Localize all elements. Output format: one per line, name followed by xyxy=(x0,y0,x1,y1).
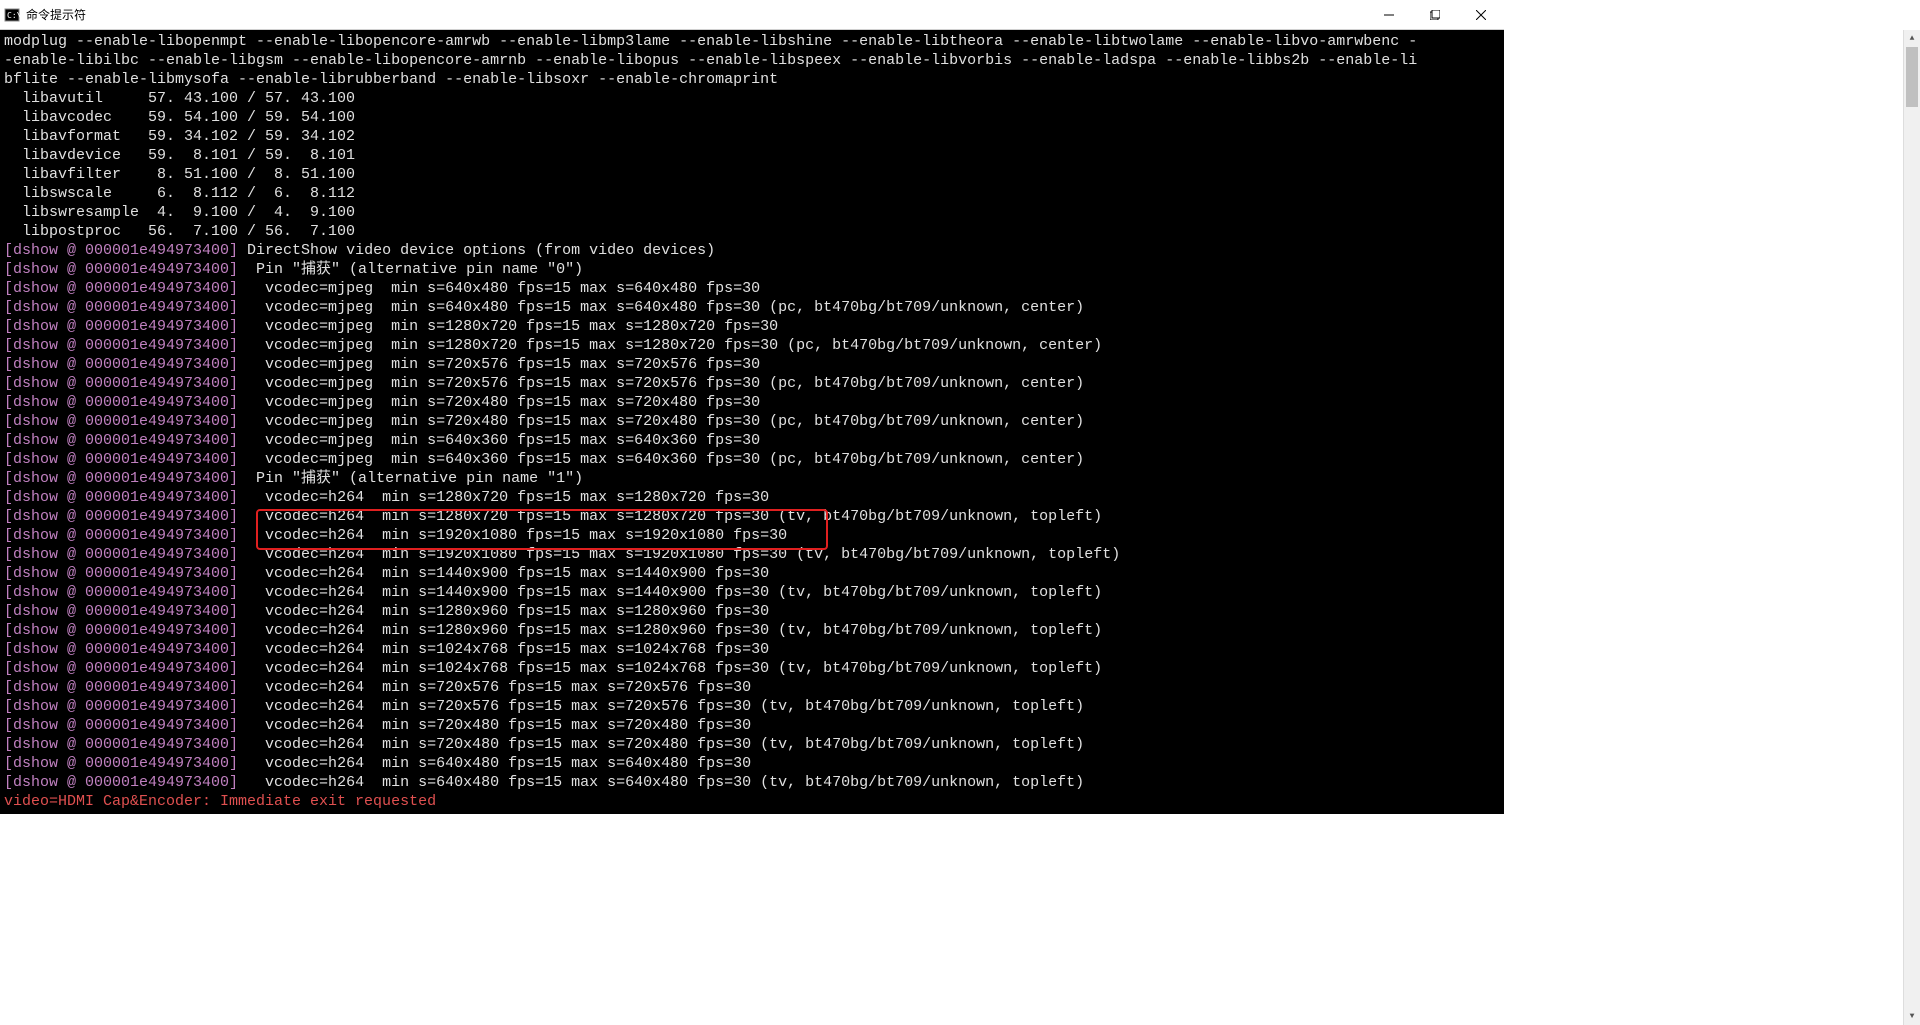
lib-version-line: libavutil 57. 43.100 / 57. 43.100 xyxy=(4,89,1500,108)
dshow-mjpeg-line: [dshow @ 000001e494973400] vcodec=mjpeg … xyxy=(4,393,1500,412)
dshow-h264-line: [dshow @ 000001e494973400] vcodec=h264 m… xyxy=(4,678,1500,697)
dshow-mjpeg-line: [dshow @ 000001e494973400] vcodec=mjpeg … xyxy=(4,298,1500,317)
config-line: bflite --enable-libmysofa --enable-libru… xyxy=(4,70,1500,89)
dshow-mjpeg-line: [dshow @ 000001e494973400] vcodec=mjpeg … xyxy=(4,355,1500,374)
dshow-mjpeg-line: [dshow @ 000001e494973400] vcodec=mjpeg … xyxy=(4,317,1500,336)
config-line: -enable-libilbc --enable-libgsm --enable… xyxy=(4,51,1500,70)
dshow-h264-line: [dshow @ 000001e494973400] vcodec=h264 m… xyxy=(4,640,1500,659)
dshow-mjpeg-line: [dshow @ 000001e494973400] vcodec=mjpeg … xyxy=(4,450,1500,469)
cmd-window: C:\ 命令提示符 modplug --enable-libopenmpt --… xyxy=(0,0,1504,814)
exit-message: video=HDMI Cap&Encoder: Immediate exit r… xyxy=(4,792,1500,811)
lib-version-line: libavfilter 8. 51.100 / 8. 51.100 xyxy=(4,165,1500,184)
scroll-down-arrow[interactable]: ▼ xyxy=(1904,1008,1920,1025)
dshow-h264-line: [dshow @ 000001e494973400] vcodec=h264 m… xyxy=(4,507,1500,526)
dshow-header: [dshow @ 000001e494973400] DirectShow vi… xyxy=(4,241,1500,260)
dshow-h264-line: [dshow @ 000001e494973400] vcodec=h264 m… xyxy=(4,659,1500,678)
dshow-h264-line: [dshow @ 000001e494973400] vcodec=h264 m… xyxy=(4,526,1500,545)
dshow-h264-line: [dshow @ 000001e494973400] vcodec=h264 m… xyxy=(4,773,1500,792)
dshow-mjpeg-line: [dshow @ 000001e494973400] vcodec=mjpeg … xyxy=(4,336,1500,355)
lib-version-line: libavformat 59. 34.102 / 59. 34.102 xyxy=(4,127,1500,146)
lib-version-line: libswresample 4. 9.100 / 4. 9.100 xyxy=(4,203,1500,222)
dshow-h264-line: [dshow @ 000001e494973400] vcodec=h264 m… xyxy=(4,754,1500,773)
maximize-button[interactable] xyxy=(1412,0,1458,30)
config-line: modplug --enable-libopenmpt --enable-lib… xyxy=(4,32,1500,51)
dshow-h264-line: [dshow @ 000001e494973400] vcodec=h264 m… xyxy=(4,716,1500,735)
dshow-h264-line: [dshow @ 000001e494973400] vcodec=h264 m… xyxy=(4,697,1500,716)
dshow-mjpeg-line: [dshow @ 000001e494973400] vcodec=mjpeg … xyxy=(4,374,1500,393)
svg-text:C:\: C:\ xyxy=(7,11,20,20)
dshow-mjpeg-line: [dshow @ 000001e494973400] vcodec=mjpeg … xyxy=(4,431,1500,450)
dshow-pin0: [dshow @ 000001e494973400] Pin "捕获" (alt… xyxy=(4,260,1500,279)
cmd-icon: C:\ xyxy=(4,7,20,23)
dshow-h264-line: [dshow @ 000001e494973400] vcodec=h264 m… xyxy=(4,602,1500,621)
window-title: 命令提示符 xyxy=(26,6,86,23)
vertical-scrollbar[interactable]: ▲ ▼ xyxy=(1903,30,1920,1025)
dshow-h264-line: [dshow @ 000001e494973400] vcodec=h264 m… xyxy=(4,583,1500,602)
lib-version-line: libpostproc 56. 7.100 / 56. 7.100 xyxy=(4,222,1500,241)
close-button[interactable] xyxy=(1458,0,1504,30)
titlebar[interactable]: C:\ 命令提示符 xyxy=(0,0,1504,30)
minimize-button[interactable] xyxy=(1366,0,1412,30)
dshow-pin1: [dshow @ 000001e494973400] Pin "捕获" (alt… xyxy=(4,469,1500,488)
lib-version-line: libswscale 6. 8.112 / 6. 8.112 xyxy=(4,184,1500,203)
lib-version-line: libavdevice 59. 8.101 / 59. 8.101 xyxy=(4,146,1500,165)
lib-version-line: libavcodec 59. 54.100 / 59. 54.100 xyxy=(4,108,1500,127)
dshow-h264-line: [dshow @ 000001e494973400] vcodec=h264 m… xyxy=(4,735,1500,754)
dshow-mjpeg-line: [dshow @ 000001e494973400] vcodec=mjpeg … xyxy=(4,412,1500,431)
dshow-h264-line: [dshow @ 000001e494973400] vcodec=h264 m… xyxy=(4,564,1500,583)
window-controls xyxy=(1366,0,1504,30)
dshow-mjpeg-line: [dshow @ 000001e494973400] vcodec=mjpeg … xyxy=(4,279,1500,298)
dshow-h264-line: [dshow @ 000001e494973400] vcodec=h264 m… xyxy=(4,621,1500,640)
blank-line xyxy=(4,811,1500,814)
dshow-h264-line: [dshow @ 000001e494973400] vcodec=h264 m… xyxy=(4,545,1500,564)
dshow-h264-line: [dshow @ 000001e494973400] vcodec=h264 m… xyxy=(4,488,1500,507)
scrollbar-thumb[interactable] xyxy=(1906,47,1918,107)
scrollbar-track[interactable] xyxy=(1904,47,1920,1008)
scroll-up-arrow[interactable]: ▲ xyxy=(1904,30,1920,47)
titlebar-left: C:\ 命令提示符 xyxy=(0,6,86,23)
terminal-output[interactable]: modplug --enable-libopenmpt --enable-lib… xyxy=(0,30,1504,814)
